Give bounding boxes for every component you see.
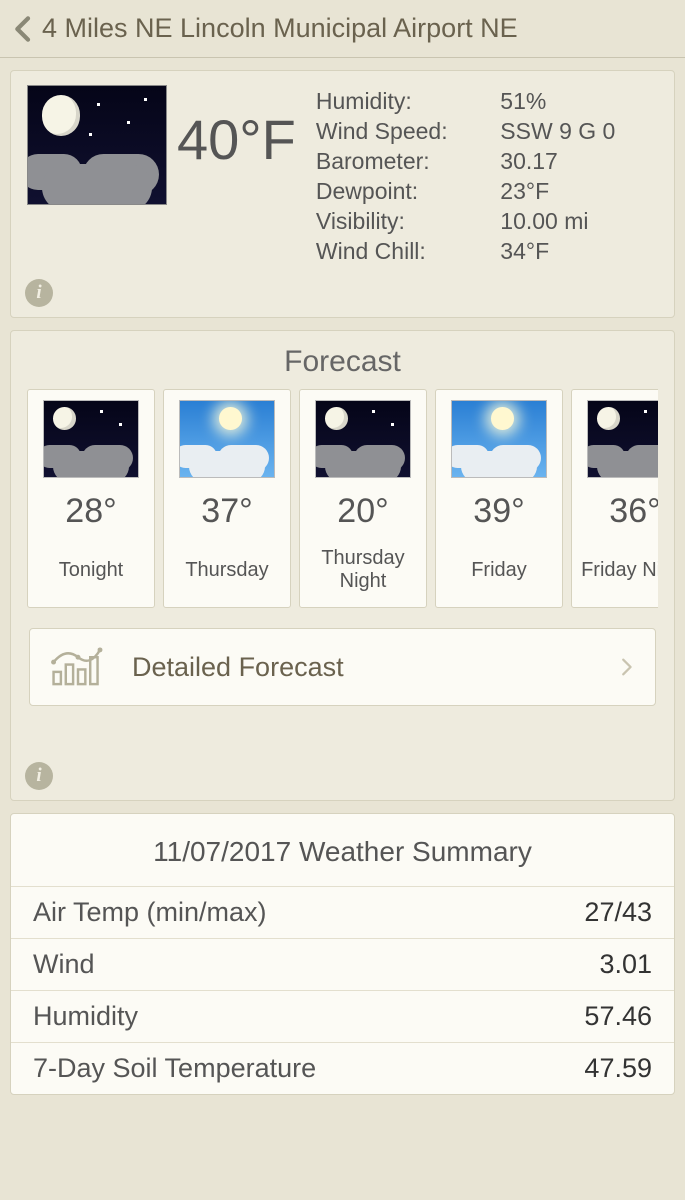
forecast-title: Forecast [27,345,658,379]
dewpoint-label: Dewpoint: [314,177,496,205]
forecast-strip[interactable]: 28° Tonight 37° Thursday 20° Thursday Night 39… [27,389,658,608]
chevron-right-icon [615,656,637,678]
current-temperature: 40°F [177,85,302,172]
windspeed-label: Wind Speed: [314,117,496,145]
forecast-temp: 36° [578,492,658,531]
summary-row: Wind 3.01 [11,938,674,990]
summary-title: 11/07/2017 Weather Summary [11,814,674,886]
summary-row: Humidity 57.46 [11,990,674,1042]
humidity-value: 51% [498,87,656,115]
forecast-temp: 37° [170,492,284,531]
humidity-label: Humidity: [314,87,496,115]
info-button[interactable]: i [25,279,53,307]
forecast-label: Tonight [34,547,148,593]
barometer-value: 30.17 [498,147,656,175]
forecast-label: Thursday [170,547,284,593]
forecast-panel: Forecast 28° Tonight 37° Thursday 20° Thursda… [10,330,675,801]
summary-key: Wind [33,949,95,980]
forecast-label: Friday [442,547,556,593]
summary-row: 7-Day Soil Temperature 47.59 [11,1042,674,1094]
forecast-label: Friday Night [578,547,658,593]
summary-value: 27/43 [584,897,652,928]
visibility-value: 10.00 mi [498,207,656,235]
chart-icon [48,645,108,689]
forecast-card[interactable]: 20° Thursday Night [299,389,427,608]
forecast-temp: 20° [306,492,420,531]
detailed-forecast-label: Detailed Forecast [132,652,615,683]
night-cloudy-icon [587,400,658,478]
visibility-label: Visibility: [314,207,496,235]
barometer-label: Barometer: [314,147,496,175]
forecast-label: Thursday Night [306,547,420,593]
current-conditions-panel: 40°F Humidity: 51% Wind Speed: SSW 9 G 0… [10,70,675,318]
night-cloudy-icon [315,400,411,478]
current-details-table: Humidity: 51% Wind Speed: SSW 9 G 0 Baro… [312,85,658,267]
header-bar: 4 Miles NE Lincoln Municipal Airport NE [0,0,685,58]
summary-key: 7-Day Soil Temperature [33,1053,316,1084]
forecast-temp: 39° [442,492,556,531]
day-cloudy-icon [451,400,547,478]
dewpoint-value: 23°F [498,177,656,205]
detailed-forecast-button[interactable]: Detailed Forecast [29,628,656,706]
summary-panel: 11/07/2017 Weather Summary Air Temp (min… [10,813,675,1095]
summary-row: Air Temp (min/max) 27/43 [11,886,674,938]
windspeed-value: SSW 9 G 0 [498,117,656,145]
day-cloudy-icon [179,400,275,478]
forecast-card[interactable]: 39° Friday [435,389,563,608]
forecast-card[interactable]: 36° Friday Night [571,389,658,608]
chevron-left-icon [8,13,40,45]
windchill-value: 34°F [498,237,656,265]
forecast-temp: 28° [34,492,148,531]
current-weather-icon [27,85,167,205]
summary-value: 57.46 [584,1001,652,1032]
summary-value: 47.59 [584,1053,652,1084]
summary-value: 3.01 [599,949,652,980]
forecast-card[interactable]: 37° Thursday [163,389,291,608]
page-title: 4 Miles NE Lincoln Municipal Airport NE [42,13,518,44]
back-button[interactable] [6,11,42,47]
windchill-label: Wind Chill: [314,237,496,265]
summary-key: Humidity [33,1001,138,1032]
night-cloudy-icon [43,400,139,478]
summary-key: Air Temp (min/max) [33,897,267,928]
info-button[interactable]: i [25,762,53,790]
forecast-card[interactable]: 28° Tonight [27,389,155,608]
